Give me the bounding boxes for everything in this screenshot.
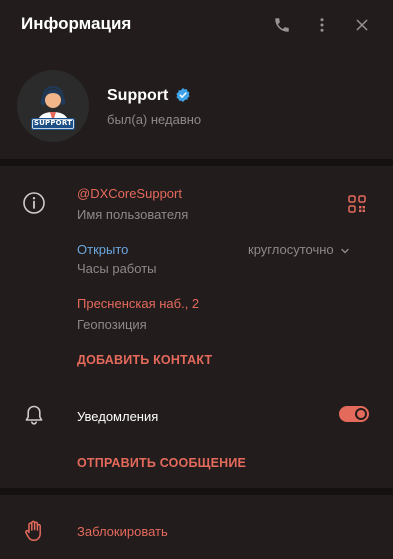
notifications-toggle[interactable] (339, 406, 369, 422)
username-label: Имя пользователя (77, 207, 189, 222)
header: Информация (0, 0, 393, 52)
avatar[interactable]: SUPPORT (17, 70, 89, 142)
section-divider (0, 159, 393, 166)
send-message-button[interactable]: ОТПРАВИТЬ СООБЩЕНИЕ (77, 456, 246, 470)
profile-name: Support (107, 87, 169, 104)
hours-dropdown[interactable]: круглосуточно (248, 242, 350, 257)
toggle-knob (355, 408, 367, 420)
qr-code-icon[interactable] (348, 195, 366, 213)
hours-label: Часы работы (77, 261, 157, 276)
hand-stop-icon (25, 520, 41, 542)
close-icon (356, 19, 368, 31)
address-label: Геопозиция (77, 317, 147, 332)
info-panel: Информация SUPPORT Support был(а) недавн… (0, 0, 393, 559)
profile-status: был(а) недавно (107, 112, 202, 127)
username-link[interactable]: @DXCoreSupport (77, 186, 182, 201)
call-button[interactable] (269, 12, 295, 38)
info-icon (23, 192, 45, 214)
support-agent-icon (17, 70, 89, 142)
chevron-down-icon (341, 248, 349, 254)
profile-section: SUPPORT Support был(а) недавно (0, 60, 393, 160)
close-button[interactable] (349, 12, 375, 38)
block-button[interactable]: Заблокировать (77, 524, 168, 539)
phone-icon (275, 18, 289, 32)
verified-badge-icon (176, 88, 190, 102)
more-vertical-icon (320, 18, 324, 32)
page-title: Информация (21, 14, 132, 33)
notifications-label: Уведомления (77, 409, 159, 424)
hours-status: Открыто (77, 242, 129, 257)
address-link[interactable]: Пресненская наб., 2 (77, 296, 199, 311)
bell-icon (25, 405, 43, 425)
more-button[interactable] (309, 12, 335, 38)
section-divider (0, 488, 393, 495)
avatar-banner-text: SUPPORT (33, 119, 73, 127)
hours-value: круглосуточно (248, 242, 334, 257)
add-contact-button[interactable]: ДОБАВИТЬ КОНТАКТ (77, 353, 212, 367)
